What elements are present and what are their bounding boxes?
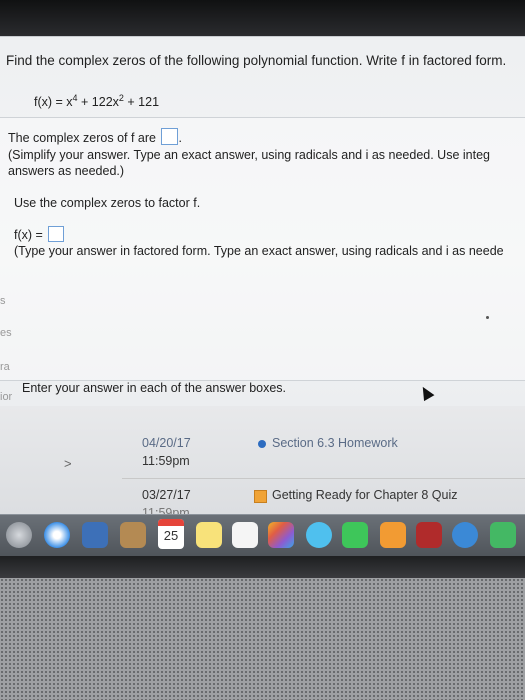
- laptop-bezel: [0, 556, 525, 578]
- screen-top-edge: [0, 0, 525, 38]
- question-title: Find the complex zeros of the following …: [6, 53, 507, 68]
- footer-instruction: Enter your answer in each of the answer …: [22, 381, 287, 395]
- notes-icon[interactable]: [196, 522, 222, 548]
- assignment-due-time: 11:59pm: [142, 454, 190, 468]
- launchpad-icon[interactable]: [6, 522, 32, 548]
- quiz-status-icon: [254, 490, 267, 503]
- safari-icon[interactable]: [44, 522, 70, 548]
- calendar-day: 25: [163, 528, 179, 543]
- question-panel: Find the complex zeros of the following …: [0, 36, 525, 407]
- factor-prompt: Use the complex zeros to factor f.: [14, 196, 201, 210]
- reminders-icon[interactable]: [232, 522, 258, 548]
- decorative-dot: [486, 316, 489, 319]
- assignment-title[interactable]: Section 6.3 Homework: [272, 436, 398, 450]
- pages-icon[interactable]: [380, 522, 406, 548]
- status-dot-icon: [258, 440, 266, 448]
- divider: [122, 478, 525, 479]
- dock: 25: [0, 514, 525, 557]
- zeros-prompt: The complex zeros of f are .: [8, 128, 182, 145]
- margin-fragment: ior: [0, 391, 13, 403]
- keynote-icon[interactable]: [452, 522, 478, 548]
- polynomial-function: f(x) = x4 + 122x2 + 121: [34, 93, 160, 110]
- mouse-pointer-icon: [417, 383, 435, 402]
- calendar-icon[interactable]: 25: [158, 519, 184, 549]
- factor-label: f(x) =: [14, 226, 65, 242]
- speaker-grille: [0, 578, 525, 700]
- margin-fragment: es: [0, 327, 12, 339]
- zeros-answer-box[interactable]: [161, 128, 179, 145]
- numbers-icon[interactable]: [490, 522, 516, 548]
- answer-area: The complex zeros of f are . (Simplify y…: [0, 117, 525, 402]
- preview-icon[interactable]: [82, 522, 108, 548]
- factored-form-answer-box[interactable]: [48, 226, 65, 242]
- zeros-hint-1: (Simplify your answer. Type an exact ans…: [8, 148, 490, 162]
- margin-fragment: s: [0, 295, 6, 307]
- messages-icon[interactable]: [306, 522, 332, 548]
- photos-icon[interactable]: [268, 522, 294, 548]
- assignment-date: 03/27/17: [142, 488, 191, 502]
- photo-booth-icon[interactable]: [416, 522, 442, 548]
- factor-hint: (Type your answer in factored form. Type…: [14, 244, 504, 258]
- assignment-date: 04/20/17: [142, 436, 191, 450]
- facetime-icon[interactable]: [342, 522, 368, 548]
- assignment-title[interactable]: Getting Ready for Chapter 8 Quiz: [272, 488, 458, 502]
- zeros-hint-2: answers as needed.): [8, 164, 125, 178]
- chevron-right-icon[interactable]: >: [64, 456, 72, 471]
- contacts-icon[interactable]: [120, 522, 146, 548]
- assignment-list: 04/20/17 Section 6.3 Homework > 11:59pm …: [0, 406, 525, 520]
- margin-fragment: ra: [0, 361, 10, 373]
